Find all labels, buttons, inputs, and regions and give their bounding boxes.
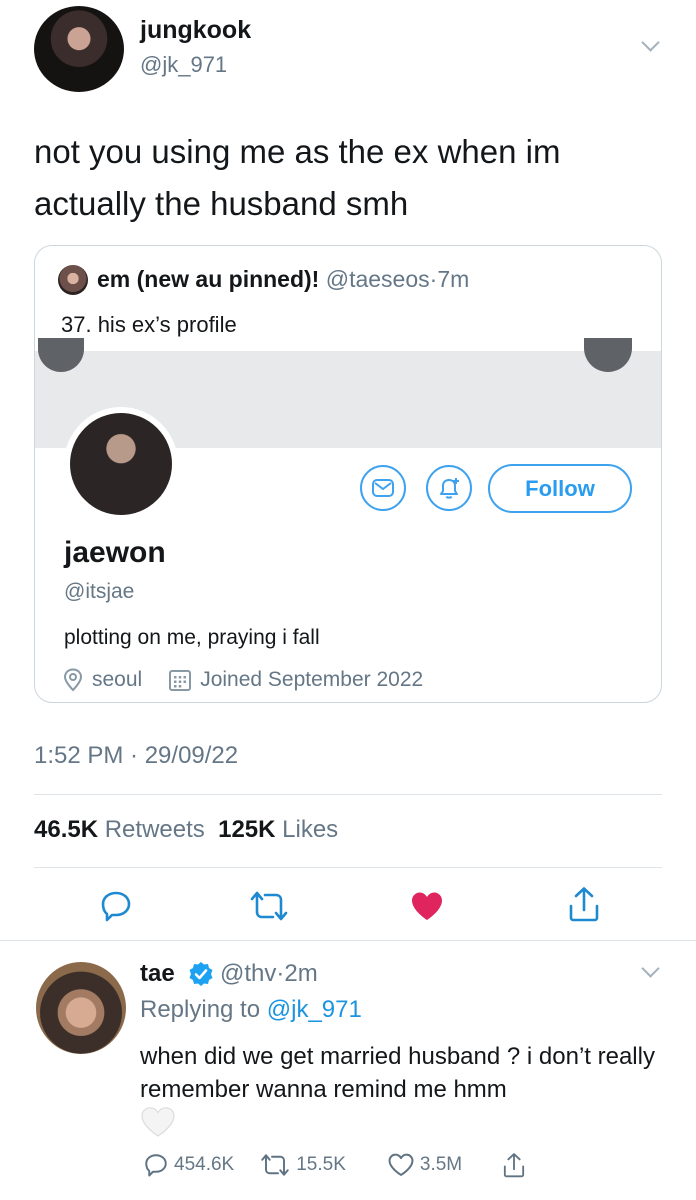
reply-time: 2m bbox=[284, 960, 318, 987]
tweet-text: not you using me as the ex when im actua… bbox=[34, 133, 561, 222]
reply-share-button[interactable] bbox=[502, 1152, 532, 1178]
retweets-label[interactable]: Retweets bbox=[105, 816, 205, 843]
author-avatar[interactable] bbox=[34, 6, 124, 92]
heart-icon bbox=[388, 1153, 414, 1176]
reply-reply-button[interactable]: 454.6K bbox=[144, 1153, 234, 1177]
quoted-time: 7m bbox=[437, 266, 470, 292]
heart-icon bbox=[412, 892, 442, 920]
likes-label[interactable]: Likes bbox=[282, 816, 338, 843]
share-button[interactable] bbox=[564, 884, 604, 924]
reply-author-meta: @thv·2m bbox=[220, 960, 318, 988]
calendar-icon bbox=[169, 670, 192, 691]
divider bbox=[0, 940, 696, 941]
replying-to: Replying to @jk_971 bbox=[140, 996, 362, 1024]
verified-icon bbox=[188, 961, 214, 992]
divider bbox=[34, 794, 662, 795]
tweet-stats: 46.5K Retweets 125K Likes bbox=[34, 816, 338, 844]
reply-like-count: 3.5M bbox=[419, 1154, 463, 1175]
reply-button[interactable] bbox=[96, 888, 136, 924]
reply-like-button[interactable]: 3.5M bbox=[388, 1153, 462, 1177]
profile-joined: Joined September 2022 bbox=[200, 668, 424, 691]
like-button[interactable] bbox=[406, 888, 448, 924]
likes-count[interactable]: 125K bbox=[218, 816, 275, 843]
author-handle[interactable]: @jk_971 bbox=[140, 52, 227, 78]
profile-location: seoul bbox=[92, 668, 143, 691]
quoted-author-avatar bbox=[58, 265, 88, 295]
retweet-icon bbox=[261, 1154, 289, 1176]
share-icon bbox=[569, 887, 599, 922]
reply-retweet-count: 15.5K bbox=[296, 1154, 346, 1175]
emoji-heart-icon bbox=[140, 1106, 176, 1143]
mail-icon bbox=[360, 465, 406, 511]
profile-avatar bbox=[70, 413, 172, 515]
replying-to-handle[interactable]: @jk_971 bbox=[267, 996, 362, 1023]
quoted-author-handle: @taeseos bbox=[325, 266, 430, 292]
share-icon bbox=[504, 1153, 525, 1178]
reply-icon bbox=[101, 891, 131, 922]
reply-retweet-button[interactable]: 15.5K bbox=[260, 1153, 346, 1177]
quoted-tweet-header: em (new au pinned)! @taeseos·7m bbox=[59, 266, 469, 293]
quoted-author-name: em (new au pinned)! bbox=[97, 266, 320, 292]
chevron-down-icon[interactable] bbox=[641, 959, 660, 978]
profile-meta: seoul Joined September 2022 bbox=[62, 668, 423, 692]
retweet-icon bbox=[250, 891, 288, 921]
chevron-down-icon[interactable] bbox=[641, 33, 660, 52]
quoted-tweet-text: 37. his ex’s profile bbox=[61, 312, 237, 337]
reply-author-avatar[interactable] bbox=[36, 962, 126, 1054]
reply-text: when did we get married husband ? i don’… bbox=[140, 1043, 655, 1103]
retweet-button[interactable] bbox=[246, 888, 292, 924]
replying-to-label: Replying to bbox=[140, 996, 261, 1023]
profile-handle: @itsjae bbox=[64, 580, 135, 603]
tweet-timestamp: 1:52 PM · 29/09/22 bbox=[34, 742, 239, 769]
follow-button: Follow bbox=[488, 464, 632, 513]
bell-plus-icon bbox=[426, 465, 472, 511]
reply-reply-count: 454.6K bbox=[174, 1154, 235, 1175]
retweets-count[interactable]: 46.5K bbox=[34, 816, 98, 843]
profile-bio: plotting on me, praying i fall bbox=[64, 626, 320, 649]
reply-actions: 454.6K 15.5K 3.5M bbox=[144, 1152, 532, 1178]
reply-author-name[interactable]: tae bbox=[140, 960, 175, 988]
reply-author-handle[interactable]: @thv bbox=[220, 960, 276, 987]
profile-name: jaewon bbox=[64, 536, 166, 569]
reply-icon bbox=[145, 1154, 167, 1177]
location-icon bbox=[63, 668, 83, 692]
author-name[interactable]: jungkook bbox=[140, 16, 251, 45]
divider bbox=[34, 867, 662, 868]
